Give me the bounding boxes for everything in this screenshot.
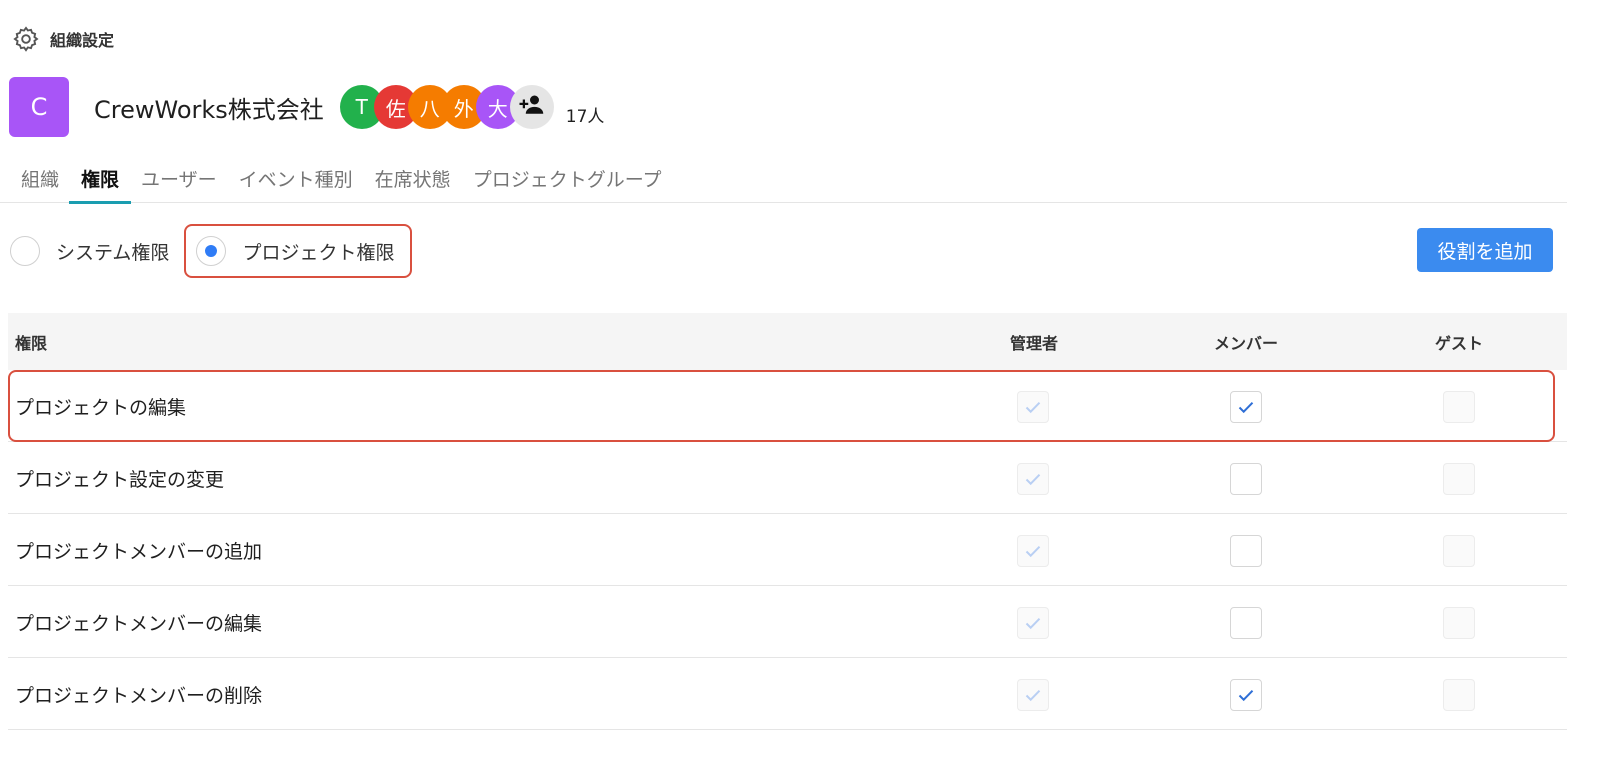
- radio-label: システム権限: [56, 241, 170, 264]
- admin-checkbox: [1017, 535, 1049, 567]
- permission-name: プロジェクトの編集: [15, 396, 187, 419]
- admin-checkbox: [1017, 679, 1049, 711]
- member-avatars[interactable]: T 佐 八 外 大: [339, 85, 554, 129]
- member-checkbox[interactable]: [1230, 463, 1262, 495]
- tab-organization[interactable]: 組織: [21, 155, 59, 203]
- check-icon: [1238, 690, 1254, 702]
- org-name: CrewWorks株式会社: [94, 95, 324, 124]
- radio-project-permissions[interactable]: プロジェクト権限: [184, 224, 413, 278]
- table-row: プロジェクトメンバーの削除: [8, 658, 1567, 730]
- check-icon: [1025, 546, 1041, 558]
- tab-event-types[interactable]: イベント種別: [239, 155, 353, 203]
- guest-checkbox: [1443, 607, 1475, 639]
- check-icon: [1025, 690, 1041, 702]
- guest-checkbox: [1443, 535, 1475, 567]
- permission-name: プロジェクト設定の変更: [15, 468, 225, 491]
- permission-name: プロジェクトメンバーの削除: [15, 684, 263, 707]
- guest-checkbox: [1443, 463, 1475, 495]
- gear-icon: [12, 25, 40, 53]
- member-checkbox[interactable]: [1230, 535, 1262, 567]
- tab-project-groups[interactable]: プロジェクトグループ: [473, 155, 662, 203]
- page-header: 組織設定: [12, 24, 114, 54]
- table-row: プロジェクトの編集: [8, 370, 1567, 442]
- check-icon: [1238, 402, 1254, 414]
- member-checkbox[interactable]: [1230, 607, 1262, 639]
- table-header: 権限 管理者 メンバー ゲスト: [8, 313, 1567, 370]
- org-logo: C: [9, 77, 69, 137]
- tab-users[interactable]: ユーザー: [141, 155, 217, 203]
- guest-checkbox: [1443, 679, 1475, 711]
- table-body: プロジェクトの編集プロジェクト設定の変更プロジェクトメンバーの追加 プロジェクトメ…: [8, 370, 1567, 730]
- member-count: 17人: [565, 106, 605, 127]
- table-row: プロジェクトメンバーの追加: [8, 514, 1567, 586]
- add-role-button[interactable]: 役割を追加: [1417, 228, 1553, 272]
- add-person-icon: [517, 90, 547, 125]
- page-title: 組織設定: [50, 31, 115, 50]
- check-icon: [1025, 618, 1041, 630]
- table-row: プロジェクトメンバーの編集: [8, 586, 1567, 658]
- add-member-button[interactable]: [509, 85, 554, 129]
- permissions-table: 権限 管理者 メンバー ゲスト プロジェクトの編集 プロジェクト設定の変更 プロジェ…: [8, 313, 1567, 730]
- radio-button[interactable]: [10, 236, 40, 266]
- radio-selected-dot: [205, 245, 218, 257]
- tab-permissions[interactable]: 権限: [69, 155, 132, 204]
- admin-checkbox: [1017, 391, 1049, 423]
- admin-checkbox: [1017, 607, 1049, 639]
- member-checkbox[interactable]: [1230, 391, 1262, 423]
- permission-scope-selector: システム権限 プロジェクト権限: [10, 223, 413, 279]
- guest-checkbox: [1443, 391, 1475, 423]
- member-checkbox[interactable]: [1230, 679, 1262, 711]
- header-admin: 管理者: [1009, 333, 1058, 353]
- header-guest: ゲスト: [1434, 333, 1483, 353]
- header-member: メンバー: [1213, 333, 1278, 353]
- check-icon: [1025, 402, 1041, 414]
- radio-system-permissions[interactable]: システム権限: [10, 236, 169, 266]
- header-permission: 権限: [15, 333, 48, 353]
- tab-presence-status[interactable]: 在席状態: [375, 155, 451, 203]
- org-row: C CrewWorks株式会社 T 佐 八 外 大 17人: [9, 77, 604, 137]
- permission-name: プロジェクトメンバーの追加: [15, 540, 263, 563]
- settings-tabs: 組織 権限 ユーザー イベント種別 在席状態 プロジェクトグループ: [0, 155, 1567, 204]
- radio-button[interactable]: [196, 236, 227, 266]
- permission-name: プロジェクトメンバーの編集: [15, 612, 263, 635]
- admin-checkbox: [1017, 463, 1049, 495]
- radio-label: プロジェクト権限: [242, 241, 395, 264]
- table-row: プロジェクト設定の変更: [8, 442, 1567, 514]
- check-icon: [1025, 474, 1041, 486]
